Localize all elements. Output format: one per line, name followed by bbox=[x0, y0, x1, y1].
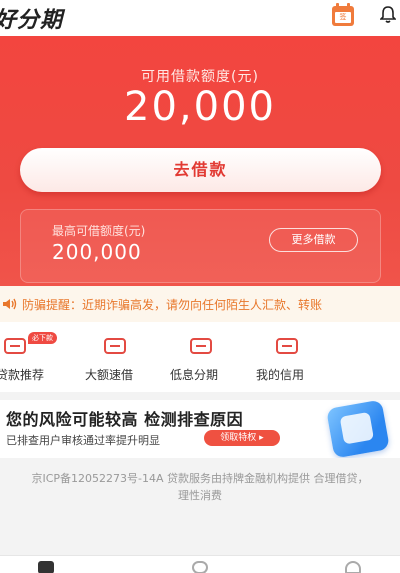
risk-title: 您的风险可能较高 检测排查原因 bbox=[6, 410, 244, 429]
more-loans-button[interactable]: 更多借款 bbox=[269, 228, 358, 252]
loan-recommend-icon bbox=[4, 338, 26, 354]
quick-item-my-credit[interactable]: 我的信用 bbox=[256, 322, 336, 392]
credit-icon bbox=[276, 338, 298, 354]
must-approve-badge: 必下款 bbox=[28, 332, 57, 344]
shield-check-inner bbox=[339, 411, 375, 445]
available-credit-label: 可用借款额度(元) bbox=[141, 69, 259, 85]
borrow-button[interactable]: 去借款 bbox=[20, 148, 381, 192]
max-credit-card: 最高可借额度(元) 200,000 更多借款 bbox=[20, 209, 381, 283]
quick-item-installment[interactable]: 低息分期 bbox=[170, 322, 250, 392]
quick-item-quick-loan[interactable]: 大额速借 bbox=[84, 322, 164, 392]
credit-hero: 可用借款额度(元) 20,000 去借款 最高可借额度(元) 200,000 更… bbox=[0, 36, 400, 286]
calendar-icon[interactable]: 签 bbox=[332, 3, 354, 26]
anti-fraud-notice[interactable]: 防骗提醒：近期诈骗高发，请勿向任何陌生人汇款、转账 bbox=[0, 286, 400, 322]
discover-icon[interactable] bbox=[192, 561, 208, 573]
profile-icon[interactable] bbox=[345, 561, 361, 573]
top-bar: 好分期 签 bbox=[0, 0, 400, 36]
calendar-icon-text: 签 bbox=[335, 12, 351, 23]
available-credit-amount: 20,000 bbox=[124, 84, 276, 130]
shield-check-icon bbox=[326, 400, 390, 458]
installment-icon bbox=[190, 338, 212, 354]
notice-text: 防骗提醒：近期诈骗高发，请勿向任何陌生人汇款、转账 bbox=[22, 298, 323, 312]
app-logo: 好分期 bbox=[0, 8, 64, 33]
claim-privilege-button[interactable]: 领取特权 ▸ bbox=[204, 430, 280, 446]
speaker-icon bbox=[3, 298, 17, 310]
bell-icon[interactable] bbox=[380, 6, 396, 24]
bottom-tab-bar bbox=[0, 555, 400, 573]
quick-menu: 必下款 贷款推荐 大额速借 低息分期 我的信用 bbox=[0, 322, 400, 392]
quick-item-label: 大额速借 bbox=[85, 368, 134, 382]
quick-item-label: 我的信用 bbox=[256, 368, 305, 382]
license-footer: 京ICP备12052273号-14A 贷款服务由持牌金融机构提供 合理借贷，理性… bbox=[31, 472, 369, 502]
quick-item-label: 低息分期 bbox=[170, 368, 219, 382]
max-credit-amount: 200,000 bbox=[52, 240, 142, 264]
risk-subtitle: 已排查用户审核通过率提升明显 bbox=[6, 434, 160, 447]
quick-loan-icon bbox=[104, 338, 126, 354]
risk-check-banner[interactable]: 您的风险可能较高 检测排查原因 已排查用户审核通过率提升明显 领取特权 ▸ bbox=[0, 400, 400, 458]
quick-item-loan-recommend[interactable]: 必下款 贷款推荐 bbox=[0, 322, 80, 392]
quick-item-label: 贷款推荐 bbox=[0, 368, 45, 382]
wallet-icon[interactable] bbox=[38, 561, 54, 573]
max-credit-label: 最高可借额度(元) bbox=[52, 224, 146, 238]
